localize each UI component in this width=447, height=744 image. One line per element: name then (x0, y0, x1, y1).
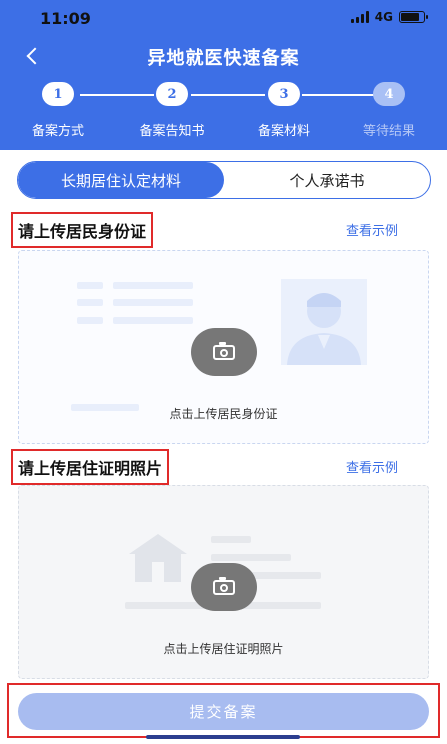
step-label: 备案方式 (31, 124, 84, 139)
page-title: 异地就医快速备案 (147, 48, 300, 69)
placeholder-line (77, 299, 103, 306)
step-4: 4 等待结果 (344, 82, 434, 139)
step-number: 4 (373, 82, 405, 106)
placeholder-line (77, 317, 103, 324)
id-card-section-title: 请上传居民身份证 (11, 212, 154, 248)
residence-proof-upload-label: 点击上传居住证明照片 (163, 642, 284, 656)
id-card-upload-area[interactable]: 点击上传居民身份证 (18, 250, 429, 444)
step-number: 3 (268, 82, 300, 106)
id-card-avatar-icon (281, 279, 367, 365)
submit-highlight: 提交备案 (7, 683, 440, 738)
status-bar: 11:09 4G (0, 0, 447, 34)
step-number: 1 (42, 82, 74, 106)
placeholder-line (211, 536, 251, 543)
placeholder-line (113, 317, 193, 324)
tab-residence-materials[interactable]: 长期居住认定材料 (18, 162, 224, 198)
step-label: 备案材料 (257, 124, 310, 139)
status-icons: 4G (350, 10, 428, 24)
residence-proof-section-title: 请上传居住证明照片 (11, 449, 170, 485)
step-1: 1 备案方式 (13, 82, 103, 139)
material-tabs: 长期居住认定材料 个人承诺书 (17, 161, 431, 199)
placeholder-line (77, 282, 103, 289)
status-time: 11:09 (40, 9, 91, 28)
step-label: 备案告知书 (139, 124, 205, 139)
header: 11:09 4G 异地就医快速备案 1 备案方式 2 备案告知书 3 备案材料 (0, 0, 447, 150)
camera-icon[interactable] (191, 328, 257, 376)
placeholder-line (113, 299, 193, 306)
camera-icon[interactable] (191, 563, 257, 611)
id-card-upload-label: 点击上传居民身份证 (169, 407, 278, 421)
battery-icon (399, 11, 428, 23)
residence-proof-example-link[interactable]: 查看示例 (346, 457, 398, 476)
placeholder-line (113, 282, 193, 289)
home-indicator (146, 735, 300, 739)
step-number: 2 (156, 82, 188, 106)
placeholder-line (211, 554, 291, 561)
submit-button[interactable]: 提交备案 (18, 693, 429, 730)
step-2: 2 备案告知书 (127, 82, 217, 139)
network-type: 4G (374, 10, 393, 24)
id-card-example-link[interactable]: 查看示例 (346, 220, 398, 239)
house-icon (129, 534, 187, 582)
nav-bar: 异地就医快速备案 (0, 38, 447, 74)
tab-personal-commitment[interactable]: 个人承诺书 (224, 162, 430, 198)
step-progress: 1 备案方式 2 备案告知书 3 备案材料 4 等待结果 (0, 82, 447, 142)
residence-proof-upload-area[interactable]: 点击上传居住证明照片 (18, 485, 429, 679)
step-label: 等待结果 (362, 124, 415, 139)
signal-icon (350, 11, 369, 23)
step-3: 3 备案材料 (239, 82, 329, 139)
